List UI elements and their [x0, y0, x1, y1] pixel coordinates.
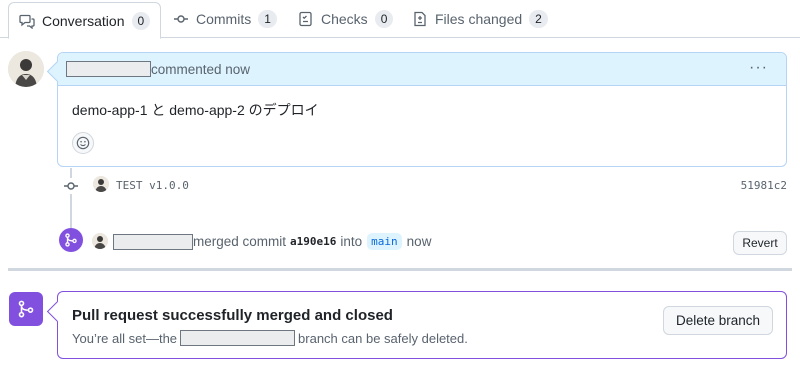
smiley-icon — [76, 136, 90, 150]
merged-status-subtitle: You’re all set—the branch can be safely … — [72, 330, 468, 346]
comment-meta[interactable]: commented now — [151, 62, 250, 77]
merged-sub-before: You’re all set—the — [72, 330, 178, 346]
tab-counter: 0 — [131, 11, 151, 30]
tab-counter: 2 — [529, 10, 548, 28]
comment-discussion-icon — [19, 13, 35, 29]
avatar[interactable] — [92, 233, 108, 249]
avatar[interactable] — [93, 176, 109, 192]
checklist-icon — [298, 11, 314, 27]
merge-text: merged commit — [193, 234, 287, 249]
comment-card: commented now ··· demo-app-1 と demo-app-… — [57, 52, 787, 167]
avatar[interactable] — [8, 51, 44, 87]
redacted-username[interactable] — [66, 61, 151, 77]
merged-sub-after: branch can be safely deleted. — [298, 330, 468, 346]
redacted-username[interactable] — [113, 233, 193, 250]
comment-body: demo-app-1 と demo-app-2 のデプロイ — [72, 102, 319, 118]
merge-commit-sha-link[interactable]: a190e16 — [290, 235, 336, 248]
tab-files-changed[interactable]: Files changed 2 — [402, 0, 558, 38]
merge-event: merged commit a190e16 into main now — [113, 233, 431, 250]
add-reaction-button[interactable] — [72, 132, 94, 154]
merged-status-title: Pull request successfully merged and clo… — [72, 307, 393, 324]
redacted-branch-name[interactable] — [180, 330, 296, 346]
tab-checks[interactable]: Checks 0 — [288, 0, 403, 38]
timeline-line — [70, 168, 72, 228]
tab-counter: 1 — [258, 10, 277, 28]
merge-into-text: into — [340, 234, 363, 249]
tab-counter: 0 — [374, 10, 394, 28]
commit-message-link[interactable]: TEST v1.0.0 — [116, 179, 189, 192]
tab-commits[interactable]: Commits 1 — [163, 0, 287, 38]
kebab-menu-icon[interactable]: ··· — [749, 60, 768, 76]
tab-label: Commits — [196, 11, 252, 27]
pr-tab-bar: Conversation 0 Commits 1 Checks 0 Files … — [0, 0, 800, 39]
merged-status-box: Pull request successfully merged and clo… — [57, 291, 787, 359]
git-commit-icon — [173, 11, 189, 27]
tab-label: Checks — [321, 11, 368, 27]
base-branch-chip[interactable]: main — [367, 233, 402, 250]
tab-label: Files changed — [435, 11, 523, 27]
comment-header: commented now ··· — [58, 53, 786, 86]
timeline-divider — [8, 268, 792, 271]
git-commit-icon — [63, 178, 79, 194]
revert-button[interactable]: Revert — [733, 231, 787, 255]
file-diff-icon — [412, 11, 428, 27]
git-merge-icon — [59, 228, 83, 252]
commit-sha-link[interactable]: 51981c2 — [741, 179, 787, 192]
tab-label: Conversation — [42, 12, 125, 29]
tab-conversation[interactable]: Conversation 0 — [8, 2, 162, 39]
delete-branch-button[interactable]: Delete branch — [663, 306, 773, 335]
git-merge-icon — [9, 292, 43, 326]
merge-time[interactable]: now — [407, 234, 432, 249]
